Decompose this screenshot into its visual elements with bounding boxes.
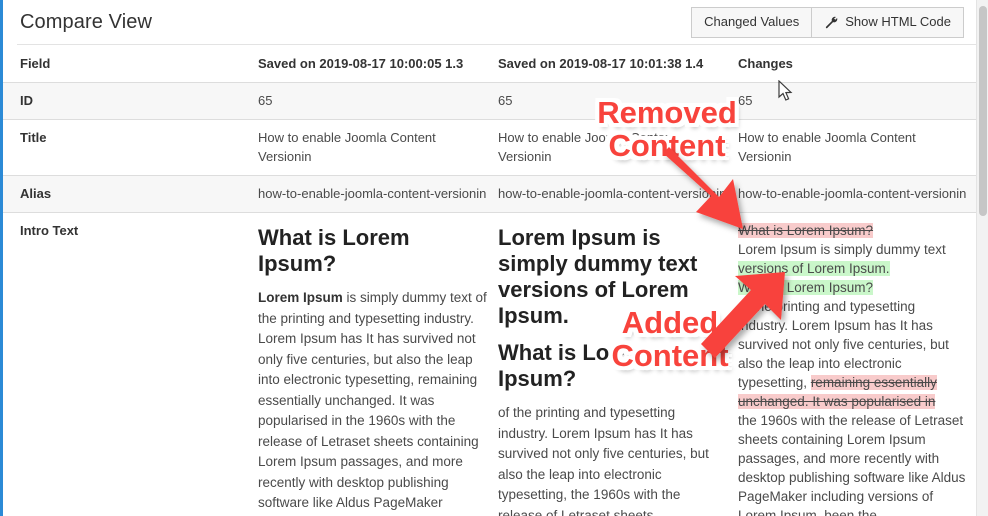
scrollbar-thumb[interactable] [979,6,987,216]
table-row-id: ID 65 65 65 [3,82,977,120]
intro-heading-v1: What is Lorem Ipsum? [258,225,410,276]
page-title: Compare View [20,10,153,33]
column-header-changes: Changes [738,45,977,83]
show-html-code-button[interactable]: Show HTML Code [811,6,964,38]
diff-segment-eq: Lorem Ipsum is simply dummy text [738,242,946,257]
changed-values-button[interactable]: Changed Values [691,6,813,38]
changed-values-label: Changed Values [704,13,800,29]
compare-view-window: Compare View Changed Values Show HTML Co… [0,0,988,516]
table-row-title: Title How to enable Joomla Content Versi… [3,119,977,176]
page-header: Compare View Changed Values Show HTML Co… [3,0,988,44]
cell-title-version-2: How to enable Joomla Content Versionin [498,119,738,176]
field-label-id: ID [3,82,258,120]
intro-heading-v2-first: Lorem Ipsum is simply dummy text version… [498,225,698,328]
diff-segment-ins: versions of Lorem Ipsum. [738,261,890,276]
compare-table: Field Saved on 2019-08-17 10:00:05 1.3 S… [3,45,977,516]
table-row-intro-text: Intro Text What is Lorem Ipsum? Lorem Ip… [3,212,977,516]
intro-lead-bold-v1: Lorem Ipsum [258,290,343,305]
column-header-version-1: Saved on 2019-08-17 10:00:05 1.3 [258,45,498,83]
column-header-field: Field [3,45,258,83]
show-html-code-label: Show HTML Code [845,13,951,29]
wrench-icon [824,15,838,29]
cell-title-changes: How to enable Joomla Content Versionin [738,119,977,176]
field-label-alias: Alias [3,175,258,213]
vertical-scrollbar[interactable] [976,0,988,516]
intro-body-v1: Lorem Ipsum is simply dummy text of the … [258,288,488,516]
intro-heading-v2-second: What is Lorem Ipsum? [498,340,650,391]
header-button-group: Changed Values Show HTML Code [691,6,964,38]
cell-title-version-1: How to enable Joomla Content Versionin [258,119,498,176]
cell-intro-text-version-1: What is Lorem Ipsum? Lorem Ipsum is simp… [258,212,498,516]
cell-intro-text-changes: What is Lorem Ipsum? Lorem Ipsum is simpl… [738,212,977,516]
diff-segment-ins: What is Lorem Ipsum? [738,280,874,295]
cell-id-version-2: 65 [498,82,738,120]
diff-segment-del: What is Lorem Ipsum? [738,223,874,238]
cell-intro-text-version-2: Lorem Ipsum is simply dummy text version… [498,212,738,516]
cell-alias-version-1: how-to-enable-joomla-content-versionin [258,175,498,213]
cell-id-changes: 65 [738,82,977,120]
cell-id-version-1: 65 [258,82,498,120]
field-label-title: Title [3,119,258,176]
column-header-version-2: Saved on 2019-08-17 10:01:38 1.4 [498,45,738,83]
diff-segment-eq: the 1960s with the release of Letraset s… [738,413,966,516]
cell-alias-changes: how-to-enable-joomla-content-versionin [738,175,977,213]
table-header-row: Field Saved on 2019-08-17 10:00:05 1.3 S… [3,45,977,83]
cell-alias-version-2: how-to-enable-joomla-content-versionin [498,175,738,213]
table-row-alias: Alias how-to-enable-joomla-content-versi… [3,175,977,213]
intro-body-v2: of the printing and typesetting industry… [498,405,709,516]
intro-body-text-v1: is simply dummy text of the printing and… [258,290,487,516]
field-label-intro-text: Intro Text [3,212,258,516]
